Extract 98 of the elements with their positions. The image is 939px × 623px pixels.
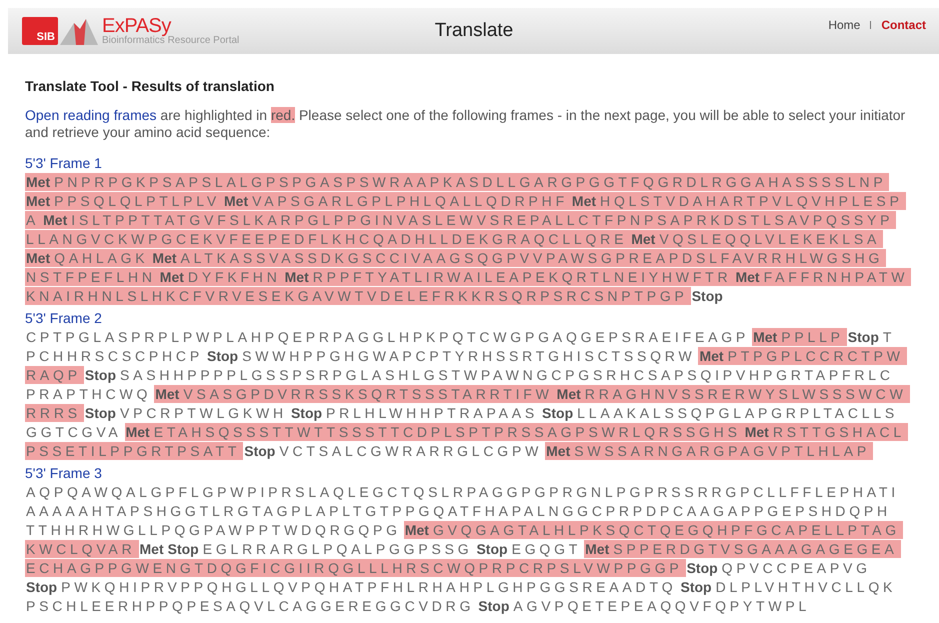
orf-sequence: A bbox=[25, 211, 42, 229]
sequence-text: PCHHRSCSCPHCP bbox=[25, 347, 204, 365]
stop-codon-label: Stop bbox=[84, 404, 117, 422]
frame-link[interactable]: 5'3' Frame 3 bbox=[25, 465, 102, 481]
frame-link[interactable]: 5'3' Frame 2 bbox=[25, 310, 102, 326]
sequence-text: DLPLVHTHVCLLQK bbox=[714, 578, 898, 596]
start-codon-label: Met bbox=[151, 249, 180, 267]
start-codon-label: Met bbox=[25, 249, 54, 267]
sequence-text: VCTSALCGWRARRGLCGPW bbox=[278, 442, 544, 460]
sequence-text: CPTPGLASPRPLPWPLAHPQEPRPAGGLHPKPQTCWGPGAQGEPSRAEIFEAGP bbox=[25, 328, 750, 346]
intro-text: Open reading frames are highlighted in red. Please select one of the following frames - in the next page, you will be able to select your initiator and retrieve your amino acid sequence: bbox=[25, 107, 906, 141]
orf-sequence: PPSQLQLPTLPLV bbox=[53, 192, 223, 210]
start-codon-label: Met bbox=[124, 423, 153, 441]
stop-codon-label: Stop bbox=[690, 287, 724, 305]
start-codon-label: Met bbox=[154, 385, 182, 403]
start-codon-label: Met bbox=[25, 192, 54, 210]
page-title: Translate bbox=[434, 20, 514, 42]
sequence-text: AGVPQETEPEAQQVFQPYTWPL bbox=[512, 597, 812, 615]
start-codon-label: Met bbox=[734, 268, 763, 286]
sequence-text: SWWHPPGHGWAPCPTYRHSSRTGHISCTSSQRW bbox=[241, 347, 696, 365]
orf-sequence: ISLTPPTTATGVFSLKARPGLPPGINVASLEWVSREPALLCTFPNPSAPRKDSTLSAVPQSSYP bbox=[70, 211, 896, 229]
sequence-text: EGQGT bbox=[510, 540, 582, 558]
orf-sequence: QAHLAGK bbox=[53, 249, 152, 267]
stop-codon-label: Stop bbox=[290, 404, 324, 422]
orf-sequence: PSSETILPPGRTPSATT bbox=[25, 442, 244, 460]
stop-codon-label: Stop bbox=[25, 578, 58, 596]
sequence-text: AAAAAHTAPSHGGTLRGTAGPLAPLTGTPPGQATFHAPALNGGCPRPDPCAAGAPPGEPSHDQPH bbox=[25, 502, 892, 520]
stop-codon-label: Stop bbox=[686, 559, 719, 577]
sequence-text: VPCRPTWLGKWH bbox=[118, 404, 288, 422]
mountain-logo-icon bbox=[60, 17, 98, 45]
start-codon-label: Met bbox=[752, 328, 780, 346]
stop-codon-label: Stop bbox=[680, 578, 713, 596]
stop-codon-label: Stop bbox=[206, 347, 240, 365]
orf-sequence: RRRS bbox=[25, 404, 84, 422]
section-heading: Translate Tool - Results of translation bbox=[25, 78, 276, 94]
stop-codon-label: Stop bbox=[475, 540, 509, 558]
orf-sequence: PNPRPGKPSAPSLALGPSPGASPSWRAAPKASDLLGARGPGGTFQGRDLRGGAHASSSSLNP bbox=[53, 173, 890, 191]
sequence-text: GGTCGVA bbox=[25, 423, 123, 441]
orf-sequence: GVQGAGTALHLPKSQCTQEGQHPFGCAPELLPTAG bbox=[432, 521, 903, 539]
start-codon-label: Met bbox=[284, 268, 312, 286]
orf-sequence: KNAIRHNLSLHKCFVRVESEKGAVWTVDELEFRKKRSQRPSRCSNPTPGP bbox=[25, 287, 691, 305]
sib-logo[interactable]: SIB bbox=[22, 17, 58, 45]
stop-codon-label: Stop bbox=[541, 404, 574, 422]
orf-sequence: VQSLEQQLVLEKEKLSA bbox=[658, 230, 884, 248]
orf-sequence: ALTKASSVASSDKGSCCIVAAGSQGPVVPAWSGPREAPDSLFAVRRHLWGSHG bbox=[180, 249, 886, 267]
start-codon-label: Met bbox=[630, 230, 658, 248]
orf-sequence: DYFKFHN bbox=[186, 268, 284, 286]
orf-sequence: ETAHSQSSSTTWTTSSSTTCDPLSPTPRSSAGPSWRLQRSSGHS bbox=[152, 423, 744, 441]
stop-codon-label: Stop bbox=[84, 366, 117, 384]
sequence-text: PSCHLEERHPPQPESAQVLCAGGEREGGCVDRG bbox=[25, 597, 476, 615]
start-codon-label: Met bbox=[138, 540, 165, 558]
brand-tagline: Bioinformatics Resource Portal bbox=[102, 36, 240, 46]
sequence-text: PRLHLWHHPTRAPAAS bbox=[325, 404, 540, 422]
sequence-text: QPVCCPEAPVG bbox=[720, 559, 872, 577]
start-codon-label: Met bbox=[744, 423, 772, 441]
orf-sequence: LLANGVCKWPGCEKVFEEPEDFLKHCQADHLLDEKGRAQCLLQRE bbox=[25, 230, 630, 248]
orf-sequence: RAQP bbox=[25, 366, 84, 384]
sequence-text: AQPQAWQALGPFLGPWPIPRSLAQLEGCTQSLRPAGGPGPRGNLPGPRSSRRGPCLLFFLEPHATI bbox=[25, 483, 900, 501]
start-codon-label: Met bbox=[158, 268, 187, 286]
frame-link[interactable]: 5'3' Frame 1 bbox=[25, 155, 102, 171]
orf-sequence: VAPSGARLGPLPHLQALLQDRPHF bbox=[251, 192, 571, 210]
orf-sequence: KWCLQVAR bbox=[25, 540, 138, 558]
orf-sequence: ECHAGPPGWENGTDQGFICGIIRQGLLLHRSCWQPRPCRPSLVWPPGGP bbox=[25, 559, 686, 577]
nav-link[interactable]: Contact bbox=[881, 18, 926, 32]
orf-link[interactable]: Open reading frames bbox=[25, 107, 157, 123]
stop-codon-label: Stop bbox=[243, 442, 276, 460]
orf-sequence: RSTTGSHACL bbox=[772, 423, 908, 441]
sequence-text: LLAAKALSSQPGLAPGRPLTACLLS bbox=[576, 404, 900, 422]
sequence-text: T bbox=[882, 328, 896, 346]
sequence-text: EGLRRARGLPQALPGGPSSG bbox=[202, 540, 474, 558]
start-codon-label: Met bbox=[25, 173, 54, 191]
stop-codon-label: Stop bbox=[477, 597, 510, 615]
start-codon-label: Met bbox=[556, 385, 584, 403]
orf-sequence: FAFFRNHPATW bbox=[762, 268, 912, 286]
orf-sequence: VSASGPDVRRSSKSQRTSSSTARRTIFW bbox=[182, 385, 556, 403]
start-codon-label: Met bbox=[584, 540, 612, 558]
start-codon-label: Met bbox=[545, 442, 574, 460]
orf-sequence: HQLSTVDAHARTPVLQVHPLESP bbox=[599, 192, 906, 210]
sequence-text: PWKQHIPRVPPQHGLLQVPQHATPFHLRHAHPLGHPGGSREAADTQ bbox=[60, 578, 678, 596]
sequence-text: PRAPTHCWQ bbox=[25, 385, 152, 403]
start-codon-label: Met bbox=[570, 192, 600, 210]
start-codon-label: Met bbox=[404, 521, 432, 539]
start-codon-label: Met bbox=[42, 211, 70, 229]
start-codon-label: Met bbox=[698, 347, 727, 365]
orf-sequence: RPPFTYATLIRWAILEAPEKQRTLNEIYHWFTR bbox=[312, 268, 734, 286]
orf-sequence: SPPERDGTVSGAAAGAGEGEA bbox=[612, 540, 901, 558]
nav-link[interactable]: Home bbox=[828, 18, 860, 32]
orf-sequence: RRAGHNVSSRERWYSLWSSSWCW bbox=[584, 385, 910, 403]
orf-sequence: PPLLP bbox=[780, 328, 847, 346]
orf-sequence: SWSSARNGARGPAGVPTLHLAP bbox=[573, 442, 873, 460]
sequence-text: SASHHPPPPLGSSPSRPGLASHLGSTWPAWNGCPGSRHCSAPSQIPVHPGRTAPFRLC bbox=[119, 366, 895, 384]
start-codon-label: Met bbox=[223, 192, 252, 210]
brand-name[interactable]: ExPASy bbox=[102, 16, 240, 36]
sequence-text: TTHHRHWGLLPQGPAWPPTWDQRGQPG bbox=[25, 521, 402, 539]
stop-codon-label: Stop bbox=[846, 328, 880, 346]
orf-sequence: PTPGPLCCRCTPW bbox=[726, 347, 907, 365]
stop-codon-label: Stop bbox=[166, 540, 200, 558]
orf-sequence: NSTFPEFLHN bbox=[25, 268, 159, 286]
